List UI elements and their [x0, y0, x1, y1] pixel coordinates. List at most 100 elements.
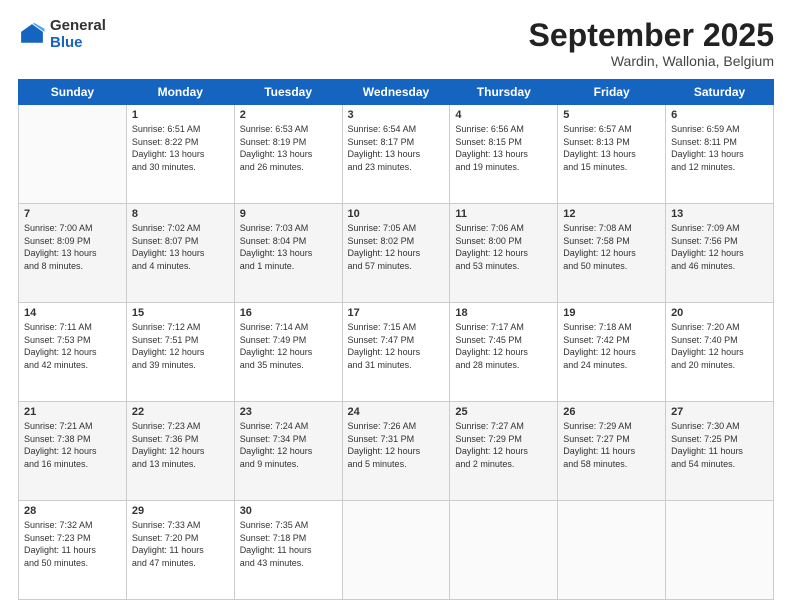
day-number: 9	[240, 208, 337, 220]
table-cell: 7Sunrise: 7:00 AM Sunset: 8:09 PM Daylig…	[19, 204, 127, 303]
table-cell	[558, 501, 666, 600]
table-cell: 1 Sunrise: 6:51 AM Sunset: 8:22 PM Daylig…	[126, 105, 234, 204]
table-cell: 30 Sunrise: 7:35 AM Sunset: 7:18 PM Dayli…	[234, 501, 342, 600]
day-number: 3	[348, 109, 445, 121]
calendar-week-row: 14 Sunrise: 7:11 AM Sunset: 7:53 PM Dayli…	[19, 303, 774, 402]
title-block: September 2025 Wardin, Wallonia, Belgium	[529, 18, 774, 69]
table-cell: 28 Sunrise: 7:32 AM Sunset: 7:23 PM Dayli…	[19, 501, 127, 600]
table-cell: 6 Sunrise: 6:59 AM Sunset: 8:11 PM Daylig…	[666, 105, 774, 204]
day-number: 6	[671, 109, 768, 121]
calendar-week-row: 28 Sunrise: 7:32 AM Sunset: 7:23 PM Dayli…	[19, 501, 774, 600]
day-number: 28	[24, 505, 121, 517]
day-number: 16	[240, 307, 337, 319]
day-number: 5	[563, 109, 660, 121]
table-cell: 24 Sunrise: 7:26 AM Sunset: 7:31 PM Dayli…	[342, 402, 450, 501]
day-number: 22	[132, 406, 229, 418]
day-number: 20	[671, 307, 768, 319]
table-cell: 27 Sunrise: 7:30 AM Sunset: 7:25 PM Dayli…	[666, 402, 774, 501]
table-cell: 10 Sunrise: 7:05 AM Sunset: 8:02 PM Dayli…	[342, 204, 450, 303]
day-info: Sunrise: 6:57 AM Sunset: 8:13 PM Dayligh…	[563, 123, 660, 173]
day-info: Sunrise: 7:35 AM Sunset: 7:18 PM Dayligh…	[240, 519, 337, 569]
day-info: Sunrise: 7:08 AM Sunset: 7:58 PM Dayligh…	[563, 222, 660, 272]
day-info: Sunrise: 7:09 AM Sunset: 7:56 PM Dayligh…	[671, 222, 768, 272]
table-cell: 4 Sunrise: 6:56 AM Sunset: 8:15 PM Daylig…	[450, 105, 558, 204]
day-info: Sunrise: 7:03 AM Sunset: 8:04 PM Dayligh…	[240, 222, 337, 272]
day-info: Sunrise: 7:26 AM Sunset: 7:31 PM Dayligh…	[348, 420, 445, 470]
day-number: 24	[348, 406, 445, 418]
table-cell: 18Sunrise: 7:17 AM Sunset: 7:45 PM Dayli…	[450, 303, 558, 402]
table-cell: 2Sunrise: 6:53 AM Sunset: 8:19 PM Daylig…	[234, 105, 342, 204]
day-number: 25	[455, 406, 552, 418]
day-info: Sunrise: 6:56 AM Sunset: 8:15 PM Dayligh…	[455, 123, 552, 173]
table-cell: 13 Sunrise: 7:09 AM Sunset: 7:56 PM Dayli…	[666, 204, 774, 303]
day-info: Sunrise: 6:53 AM Sunset: 8:19 PM Dayligh…	[240, 123, 337, 173]
day-number: 12	[563, 208, 660, 220]
calendar-week-row: 7Sunrise: 7:00 AM Sunset: 8:09 PM Daylig…	[19, 204, 774, 303]
day-number: 23	[240, 406, 337, 418]
location: Wardin, Wallonia, Belgium	[529, 53, 774, 69]
calendar-header-row: Sunday Monday Tuesday Wednesday Thursday…	[19, 80, 774, 105]
table-cell: 8 Sunrise: 7:02 AM Sunset: 8:07 PM Daylig…	[126, 204, 234, 303]
table-cell: 16 Sunrise: 7:14 AM Sunset: 7:49 PM Dayli…	[234, 303, 342, 402]
day-info: Sunrise: 6:54 AM Sunset: 8:17 PM Dayligh…	[348, 123, 445, 173]
day-number: 30	[240, 505, 337, 517]
calendar-week-row: 21 Sunrise: 7:21 AM Sunset: 7:38 PM Dayli…	[19, 402, 774, 501]
logo-general-text: General	[50, 18, 106, 35]
col-saturday: Saturday	[666, 80, 774, 105]
day-number: 26	[563, 406, 660, 418]
calendar-table: Sunday Monday Tuesday Wednesday Thursday…	[18, 79, 774, 600]
day-number: 13	[671, 208, 768, 220]
table-cell	[666, 501, 774, 600]
day-info: Sunrise: 7:23 AM Sunset: 7:36 PM Dayligh…	[132, 420, 229, 470]
day-number: 19	[563, 307, 660, 319]
day-number: 7	[24, 208, 121, 220]
day-info: Sunrise: 6:59 AM Sunset: 8:11 PM Dayligh…	[671, 123, 768, 173]
day-info: Sunrise: 7:12 AM Sunset: 7:51 PM Dayligh…	[132, 321, 229, 371]
table-cell: 15Sunrise: 7:12 AM Sunset: 7:51 PM Dayli…	[126, 303, 234, 402]
table-cell: 20 Sunrise: 7:20 AM Sunset: 7:40 PM Dayli…	[666, 303, 774, 402]
logo-icon	[18, 21, 46, 49]
table-cell	[342, 501, 450, 600]
table-cell: 17 Sunrise: 7:15 AM Sunset: 7:47 PM Dayli…	[342, 303, 450, 402]
day-info: Sunrise: 7:32 AM Sunset: 7:23 PM Dayligh…	[24, 519, 121, 569]
day-number: 14	[24, 307, 121, 319]
day-number: 17	[348, 307, 445, 319]
month-title: September 2025	[529, 18, 774, 53]
col-monday: Monday	[126, 80, 234, 105]
day-number: 27	[671, 406, 768, 418]
col-sunday: Sunday	[19, 80, 127, 105]
day-info: Sunrise: 7:05 AM Sunset: 8:02 PM Dayligh…	[348, 222, 445, 272]
logo: General Blue	[18, 18, 106, 51]
day-info: Sunrise: 7:27 AM Sunset: 7:29 PM Dayligh…	[455, 420, 552, 470]
day-number: 10	[348, 208, 445, 220]
logo-blue-text: Blue	[50, 35, 106, 52]
day-info: Sunrise: 7:14 AM Sunset: 7:49 PM Dayligh…	[240, 321, 337, 371]
table-cell: 9 Sunrise: 7:03 AM Sunset: 8:04 PM Daylig…	[234, 204, 342, 303]
page: General Blue September 2025 Wardin, Wall…	[0, 0, 792, 612]
day-number: 21	[24, 406, 121, 418]
day-info: Sunrise: 7:17 AM Sunset: 7:45 PM Dayligh…	[455, 321, 552, 371]
calendar-week-row: 1 Sunrise: 6:51 AM Sunset: 8:22 PM Daylig…	[19, 105, 774, 204]
day-info: Sunrise: 6:51 AM Sunset: 8:22 PM Dayligh…	[132, 123, 229, 173]
day-info: Sunrise: 7:33 AM Sunset: 7:20 PM Dayligh…	[132, 519, 229, 569]
table-cell: 11 Sunrise: 7:06 AM Sunset: 8:00 PM Dayli…	[450, 204, 558, 303]
day-number: 8	[132, 208, 229, 220]
col-friday: Friday	[558, 80, 666, 105]
table-cell: 29Sunrise: 7:33 AM Sunset: 7:20 PM Dayli…	[126, 501, 234, 600]
day-info: Sunrise: 7:11 AM Sunset: 7:53 PM Dayligh…	[24, 321, 121, 371]
table-cell: 23Sunrise: 7:24 AM Sunset: 7:34 PM Dayli…	[234, 402, 342, 501]
day-info: Sunrise: 7:29 AM Sunset: 7:27 PM Dayligh…	[563, 420, 660, 470]
day-info: Sunrise: 7:18 AM Sunset: 7:42 PM Dayligh…	[563, 321, 660, 371]
logo-text: General Blue	[50, 18, 106, 51]
day-number: 1	[132, 109, 229, 121]
day-info: Sunrise: 7:30 AM Sunset: 7:25 PM Dayligh…	[671, 420, 768, 470]
header: General Blue September 2025 Wardin, Wall…	[18, 18, 774, 69]
day-info: Sunrise: 7:15 AM Sunset: 7:47 PM Dayligh…	[348, 321, 445, 371]
day-info: Sunrise: 7:20 AM Sunset: 7:40 PM Dayligh…	[671, 321, 768, 371]
day-info: Sunrise: 7:21 AM Sunset: 7:38 PM Dayligh…	[24, 420, 121, 470]
day-info: Sunrise: 7:02 AM Sunset: 8:07 PM Dayligh…	[132, 222, 229, 272]
day-info: Sunrise: 7:06 AM Sunset: 8:00 PM Dayligh…	[455, 222, 552, 272]
table-cell: 22 Sunrise: 7:23 AM Sunset: 7:36 PM Dayli…	[126, 402, 234, 501]
day-number: 11	[455, 208, 552, 220]
day-number: 4	[455, 109, 552, 121]
